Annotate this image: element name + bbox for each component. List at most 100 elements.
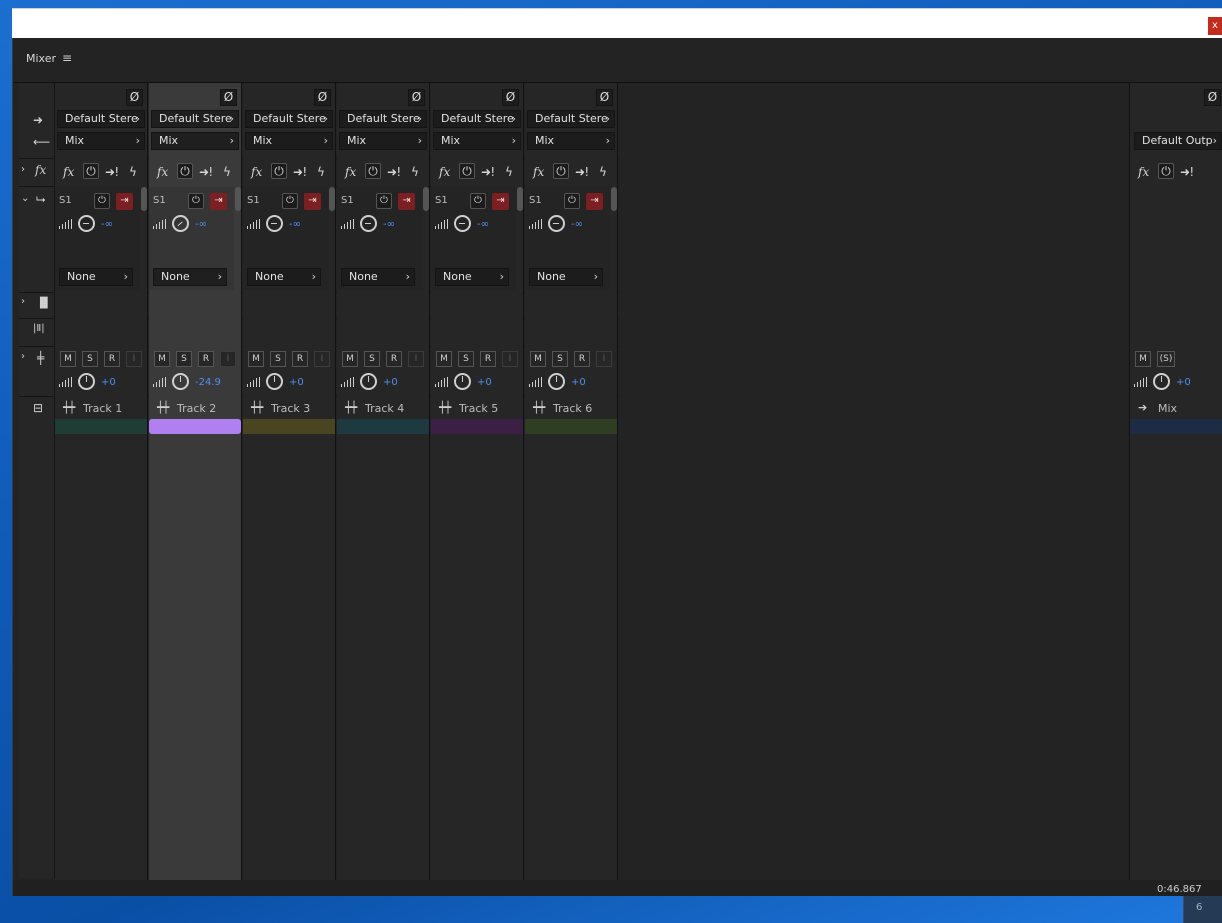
fx-icon[interactable]: fx xyxy=(1138,165,1149,179)
solo-button[interactable]: S xyxy=(364,351,380,367)
mute-button[interactable]: M xyxy=(530,351,546,367)
expand-chevron-icon[interactable]: › xyxy=(21,351,25,362)
fx-prepost-icon[interactable]: ➜ǃ xyxy=(481,165,495,179)
mute-button[interactable]: M xyxy=(248,351,264,367)
send-prefader-icon[interactable]: ⇥ xyxy=(304,193,321,210)
send-power-icon[interactable]: ⏻ xyxy=(188,193,204,209)
send-destination-select[interactable]: None › xyxy=(341,268,415,286)
volume-knob[interactable] xyxy=(172,373,189,390)
power-icon[interactable]: ⏻ xyxy=(177,163,193,179)
input-monitor-button[interactable]: I xyxy=(220,351,236,367)
fx-icon[interactable]: fx xyxy=(63,165,74,179)
track-name[interactable]: ┿┿ Track 4 xyxy=(337,395,429,419)
send-level-knob[interactable] xyxy=(454,215,471,232)
record-arm-button[interactable]: R xyxy=(480,351,496,367)
output-select[interactable]: Default Stere › xyxy=(57,110,145,128)
input-monitor-button[interactable]: I xyxy=(596,351,612,367)
track-strip[interactable]: Ø Default Stere › Mix › fx ⏻ ➜ǃ ϟ S1 ⏻ ⇥ -… xyxy=(525,83,618,880)
input-select[interactable]: Mix › xyxy=(151,132,239,150)
no-input-icon[interactable]: Ø xyxy=(314,89,331,106)
volume-knob[interactable] xyxy=(454,373,471,390)
fx-icon[interactable]: fx xyxy=(251,165,262,179)
mute-button[interactable]: M xyxy=(60,351,76,367)
master-output-select[interactable]: Default Outp › xyxy=(1134,132,1222,150)
send-destination-select[interactable]: None › xyxy=(153,268,227,286)
fx-icon[interactable]: fx xyxy=(439,165,450,179)
output-select[interactable]: Default Stere › xyxy=(245,110,333,128)
track-strip[interactable]: Ø Default Stere › Mix › fx ⏻ ➜ǃ ϟ S1 ⏻ ⇥ -… xyxy=(55,83,148,880)
send-prefader-icon[interactable]: ⇥ xyxy=(586,193,603,210)
output-select[interactable]: Default Stere › xyxy=(339,110,427,128)
input-select[interactable]: Mix › xyxy=(339,132,427,150)
send-destination-select[interactable]: None › xyxy=(59,268,133,286)
fx-icon[interactable]: fx xyxy=(533,165,544,179)
fx-icon[interactable]: fx xyxy=(157,165,168,179)
lightning-icon[interactable]: ϟ xyxy=(223,165,231,179)
input-select[interactable]: Mix › xyxy=(57,132,145,150)
send-level-knob[interactable] xyxy=(78,215,95,232)
volume-knob[interactable] xyxy=(78,373,95,390)
send-scrollbar[interactable] xyxy=(611,187,617,211)
send-scrollbar[interactable] xyxy=(329,187,335,211)
collapse-chevron-icon[interactable]: ⌄ xyxy=(21,193,29,204)
track-name[interactable]: ┿┿ Track 5 xyxy=(431,395,523,419)
volume-knob[interactable] xyxy=(548,373,565,390)
mute-button[interactable]: M xyxy=(154,351,170,367)
solo-button[interactable]: S xyxy=(176,351,192,367)
master-volume-knob[interactable] xyxy=(1153,373,1170,390)
lightning-icon[interactable]: ϟ xyxy=(129,165,137,179)
track-strip[interactable]: Ø Default Stere › Mix › fx ⏻ ➜ǃ ϟ S1 ⏻ ⇥ -… xyxy=(243,83,336,880)
no-input-icon[interactable]: Ø xyxy=(220,89,237,106)
send-scrollbar[interactable] xyxy=(517,187,523,211)
send-prefader-icon[interactable]: ⇥ xyxy=(116,193,133,210)
output-select[interactable]: Default Stere › xyxy=(151,110,239,128)
expand-chevron-icon[interactable]: › xyxy=(21,164,25,175)
track-strip[interactable]: Ø Default Stere › Mix › fx ⏻ ➜ǃ ϟ S1 ⏻ ⇥ -… xyxy=(431,83,524,880)
no-input-icon[interactable]: Ø xyxy=(126,89,143,106)
volume-knob[interactable] xyxy=(266,373,283,390)
taskbar-item[interactable]: 6 xyxy=(1183,896,1222,923)
input-select[interactable]: Mix › xyxy=(245,132,333,150)
expand-chevron-icon[interactable]: › xyxy=(21,296,25,307)
solo-button[interactable]: S xyxy=(552,351,568,367)
send-destination-select[interactable]: None › xyxy=(247,268,321,286)
track-name[interactable]: ┿┿ Track 2 xyxy=(149,395,241,419)
send-destination-select[interactable]: None › xyxy=(529,268,603,286)
power-icon[interactable]: ⏻ xyxy=(1158,163,1174,179)
fx-prepost-icon[interactable]: ➜ǃ xyxy=(387,165,401,179)
input-monitor-button[interactable]: I xyxy=(408,351,424,367)
record-arm-button[interactable]: R xyxy=(292,351,308,367)
send-level-knob[interactable] xyxy=(168,211,193,236)
lightning-icon[interactable]: ϟ xyxy=(317,165,325,179)
track-name[interactable]: ┿┿ Track 6 xyxy=(525,395,617,419)
fx-prepost-icon[interactable]: ➜ǃ xyxy=(1180,165,1194,179)
input-monitor-button[interactable]: I xyxy=(314,351,330,367)
input-select[interactable]: Mix › xyxy=(527,132,615,150)
send-scrollbar[interactable] xyxy=(423,187,429,211)
send-level-knob[interactable] xyxy=(360,215,377,232)
input-monitor-button[interactable]: I xyxy=(126,351,142,367)
send-power-icon[interactable]: ⏻ xyxy=(376,193,392,209)
send-prefader-icon[interactable]: ⇥ xyxy=(210,193,227,210)
solo-button[interactable]: S xyxy=(270,351,286,367)
no-input-icon[interactable]: Ø xyxy=(596,89,613,106)
output-select[interactable]: Default Stere › xyxy=(433,110,521,128)
power-icon[interactable]: ⏻ xyxy=(553,163,569,179)
record-arm-button[interactable]: R xyxy=(386,351,402,367)
hamburger-icon[interactable]: ≡ xyxy=(62,51,72,65)
master-mute-button[interactable]: M xyxy=(1135,351,1151,367)
send-level-knob[interactable] xyxy=(548,215,565,232)
close-button[interactable]: x xyxy=(1208,17,1222,35)
input-select[interactable]: Mix › xyxy=(433,132,521,150)
power-icon[interactable]: ⏻ xyxy=(365,163,381,179)
power-icon[interactable]: ⏻ xyxy=(459,163,475,179)
send-power-icon[interactable]: ⏻ xyxy=(94,193,110,209)
lightning-icon[interactable]: ϟ xyxy=(599,165,607,179)
power-icon[interactable]: ⏻ xyxy=(271,163,287,179)
send-destination-select[interactable]: None › xyxy=(435,268,509,286)
send-power-icon[interactable]: ⏻ xyxy=(564,193,580,209)
track-strip[interactable]: Ø Default Stere › Mix › fx ⏻ ➜ǃ ϟ S1 ⏻ ⇥ -… xyxy=(337,83,430,880)
input-monitor-button[interactable]: I xyxy=(502,351,518,367)
track-name[interactable]: ┿┿ Track 1 xyxy=(55,395,147,419)
fx-icon[interactable]: fx xyxy=(35,163,46,177)
